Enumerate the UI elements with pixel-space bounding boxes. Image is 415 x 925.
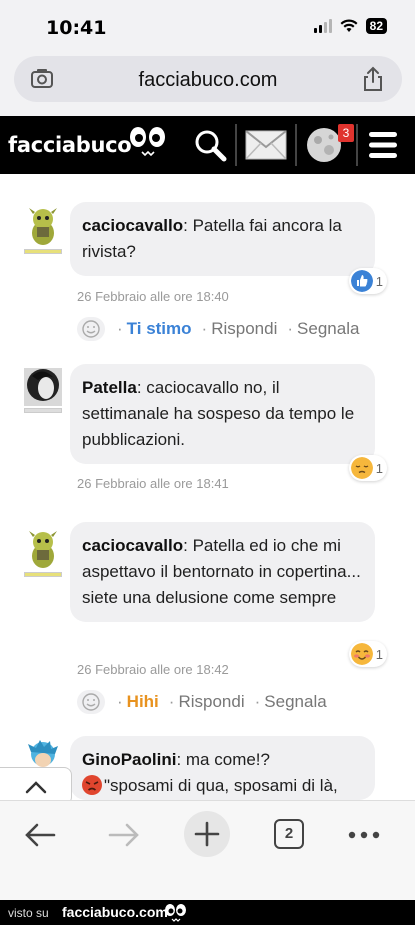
header-divider [235,124,237,166]
reaction-count: 1 [375,646,383,662]
reaction-summary[interactable]: 1 [348,268,387,294]
reaction-label-button[interactable]: Ti stimo [127,319,192,339]
back-icon[interactable] [24,823,56,847]
site-logo[interactable]: facciabuco [8,133,132,157]
new-tab-button[interactable] [184,811,230,857]
separator-dot: · [117,692,123,711]
url-text[interactable]: facciabuco.com [14,69,402,92]
reply-button[interactable]: Rispondi [178,692,244,712]
separator-dot: · [117,319,123,338]
avatar[interactable] [24,205,62,249]
avatar[interactable] [24,528,62,572]
messages-icon[interactable] [245,130,287,160]
comment-bubble: caciocavallo: Patella ed io che mi aspet… [70,522,375,622]
avatar-base [24,572,62,577]
comment-author[interactable]: caciocavallo [82,536,183,555]
header-divider [295,124,297,166]
separator-dot: · [254,692,261,711]
report-button[interactable]: Segnala [297,319,359,339]
status-time: 10:41 [46,17,107,39]
comment-timestamp: 26 Febbraio alle ore 18:42 [77,662,229,677]
reaction-summary[interactable]: 1 [348,641,387,667]
comment-bubble: caciocavallo: Patella fai ancora la rivi… [70,202,375,276]
thumbs-up-icon [350,270,373,292]
status-bar: 10:41 82 [0,0,415,52]
report-button[interactable]: Segnala [264,692,326,712]
blushing-face-icon [350,643,373,665]
comment-text-continued: "sposami di qua, sposami di là, [104,776,338,795]
angry-face-icon [82,775,102,795]
comment-text: : ma come!? [176,750,270,769]
more-options-icon[interactable] [348,831,380,839]
tab-switcher-button[interactable]: 2 [274,819,304,849]
pensive-face-icon [350,457,373,479]
battery-level: 82 [365,18,387,34]
reaction-count: 1 [375,273,383,289]
forward-icon[interactable] [108,823,140,847]
browser-address-area: facciabuco.com [0,52,415,116]
avatar-base [24,408,62,413]
address-bar[interactable]: facciabuco.com [14,56,402,102]
comment-author[interactable]: GinoPaolini [82,750,176,769]
reply-button[interactable]: Rispondi [211,319,277,339]
watermark-footer: visto su facciabuco.com [0,900,415,925]
browser-toolbar: 2 [0,800,415,900]
notification-count-badge[interactable]: 3 [338,124,354,142]
avatar[interactable] [24,368,62,412]
comment-author[interactable]: caciocavallo [82,216,183,235]
comment-bubble: Patella: caciocavallo no, il settimanale… [70,364,375,464]
search-icon[interactable] [193,128,227,162]
comment-author[interactable]: Patella [82,378,137,397]
footer-site-name: facciabuco.com [62,904,168,920]
footer-eyes-icon [165,904,186,922]
comment-actions: · Hihi · Rispondi · Segnala [77,690,327,714]
comment-timestamp: 26 Febbraio alle ore 18:41 [77,476,229,491]
separator-dot: · [201,319,208,338]
smiley-icon [82,693,100,711]
status-indicators: 82 [313,18,387,34]
add-reaction-button[interactable] [77,317,105,341]
wifi-icon [340,19,358,32]
separator-dot: · [168,692,175,711]
menu-icon[interactable] [368,130,398,160]
add-reaction-button[interactable] [77,690,105,714]
reaction-summary[interactable]: 1 [348,455,387,481]
reaction-label-button[interactable]: Hihi [127,692,159,712]
separator-dot: · [287,319,294,338]
logo-eyes-icon [130,127,165,157]
avatar-base [24,249,62,254]
comment-timestamp: 26 Febbraio alle ore 18:40 [77,289,229,304]
comment-bubble: GinoPaolini: ma come!? "sposami di qua, … [70,736,375,800]
smiley-icon [82,320,100,338]
reaction-count: 1 [375,460,383,476]
cellular-signal-icon [313,19,332,33]
header-divider [356,124,358,166]
plus-icon [194,821,220,847]
footer-visto-text: visto su [8,906,49,920]
comment-actions: · Ti stimo · Rispondi · Segnala [77,317,359,341]
share-icon[interactable] [362,66,384,92]
